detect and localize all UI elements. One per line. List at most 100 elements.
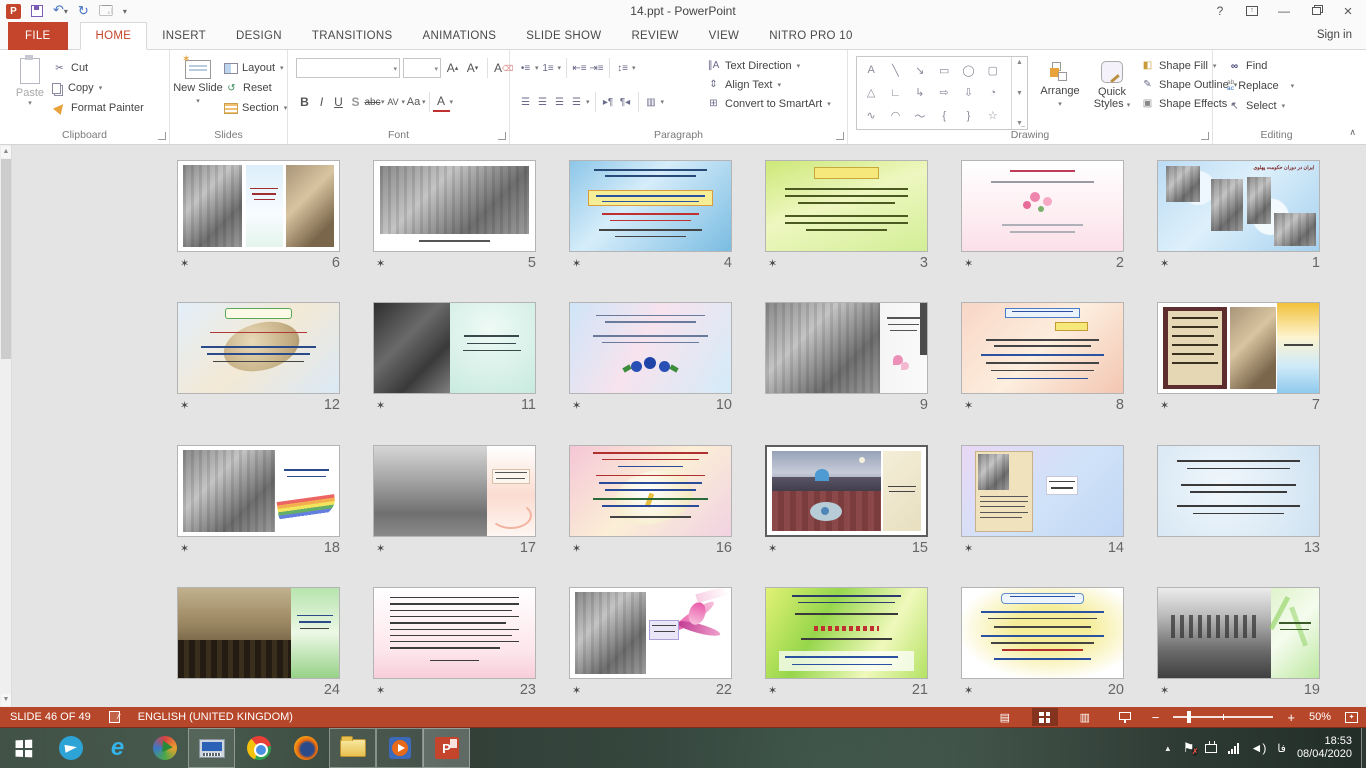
rtl-text-direction-icon[interactable]: ¶◂ <box>618 95 633 110</box>
numbering-icon[interactable]: 1≡ <box>541 61 556 76</box>
oval-shape-icon[interactable]: ◯ <box>956 59 980 82</box>
elbow-arrow-shape-icon[interactable]: ↳ <box>908 82 932 105</box>
scribble-shape-icon[interactable]: ∿ <box>859 104 883 127</box>
slide-thumbnail-17[interactable] <box>373 445 536 537</box>
drawing-dialog-launcher-icon[interactable] <box>1201 132 1209 140</box>
slide-thumbnail-3[interactable] <box>765 160 928 252</box>
increase-indent-icon[interactable]: ⇥≡ <box>589 61 604 76</box>
clipboard-dialog-launcher-icon[interactable] <box>158 132 166 140</box>
slide-show-button[interactable] <box>1112 708 1138 726</box>
file-explorer-taskbar-button[interactable] <box>329 728 376 768</box>
sign-in-link[interactable]: Sign in <box>1317 29 1352 41</box>
justify-icon[interactable]: ☰ <box>569 95 584 110</box>
idm-taskbar-button[interactable] <box>141 728 188 768</box>
scroll-down-icon[interactable]: ▼ <box>1 694 11 706</box>
align-text-button[interactable]: ⇕Align Text▾ <box>706 75 831 94</box>
zoom-out-button[interactable]: − <box>1152 710 1160 725</box>
down-arrow-shape-icon[interactable]: ⇩ <box>956 82 980 105</box>
right-brace-shape-icon[interactable]: } <box>956 104 980 127</box>
slide-thumbnail-11[interactable] <box>373 302 536 394</box>
reset-button[interactable]: ↺Reset <box>224 78 287 98</box>
ribbon-display-options-icon[interactable]: ↑ <box>1238 1 1266 21</box>
select-button[interactable]: ↖Select▾ <box>1227 96 1294 116</box>
bullets-icon[interactable]: •≡ <box>518 61 533 76</box>
line-shape-icon[interactable]: ╲ <box>883 59 907 82</box>
slide-sorter-view-button[interactable] <box>1032 708 1058 726</box>
font-color-button[interactable]: A <box>433 93 450 112</box>
font-name-combo[interactable]: ▾ <box>296 58 400 78</box>
language-indicator[interactable]: ENGLISH (UNITED KINGDOM) <box>138 711 293 723</box>
paragraph-dialog-launcher-icon[interactable] <box>836 132 844 140</box>
slide-thumbnail-2[interactable] <box>961 160 1124 252</box>
slide-thumbnail-4[interactable] <box>569 160 732 252</box>
reading-view-button[interactable]: ▥ <box>1072 708 1098 726</box>
decrease-font-size-button[interactable]: A▾ <box>464 59 481 78</box>
increase-font-size-button[interactable]: A▴ <box>444 59 461 78</box>
slide-thumbnail-16[interactable] <box>569 445 732 537</box>
bold-button[interactable]: B <box>296 93 313 112</box>
tab-review[interactable]: REVIEW <box>616 22 693 50</box>
change-case-button[interactable]: Aa <box>405 93 422 112</box>
copy-button[interactable]: Copy▾ <box>52 78 144 98</box>
star-shape-icon[interactable]: ☆ <box>981 104 1005 127</box>
zoom-slider[interactable] <box>1173 716 1273 718</box>
slide-thumbnail-14[interactable] <box>961 445 1124 537</box>
collapse-ribbon-icon[interactable]: ∧ <box>1349 127 1356 138</box>
minimize-icon[interactable]: — <box>1270 1 1298 21</box>
show-desktop-button[interactable] <box>1361 728 1366 768</box>
italic-button[interactable]: I <box>313 93 330 112</box>
tab-nitro-pro-10[interactable]: NITRO PRO 10 <box>754 22 867 50</box>
slide-thumbnail-5[interactable] <box>373 160 536 252</box>
slide-thumbnail-7[interactable] <box>1157 302 1320 394</box>
right-arrow-shape-icon[interactable]: ⇨ <box>932 82 956 105</box>
line-spacing-icon[interactable]: ↕≡ <box>615 61 630 76</box>
close-icon[interactable]: × <box>1334 1 1362 21</box>
input-language-badge[interactable]: فا <box>1277 742 1286 755</box>
shapes-gallery-scrollbar[interactable]: ▲▼▼̲ <box>1011 57 1027 129</box>
align-left-icon[interactable]: ☰ <box>518 95 533 110</box>
spell-check-icon[interactable] <box>109 711 120 723</box>
triangle-shape-icon[interactable]: △ <box>859 82 883 105</box>
slide-thumbnail-12[interactable] <box>177 302 340 394</box>
vertical-scrollbar[interactable]: ▲ ▼ <box>0 145 12 707</box>
normal-view-button[interactable]: ▤ <box>992 708 1018 726</box>
action-center-icon[interactable]: ⚑ <box>1183 740 1195 756</box>
arrange-button[interactable]: Arrange▾ <box>1034 56 1086 128</box>
slide-thumbnail-21[interactable] <box>765 587 928 679</box>
convert-to-smartart-button[interactable]: ⊞Convert to SmartArt▾ <box>706 94 831 113</box>
tab-transitions[interactable]: TRANSITIONS <box>297 22 408 50</box>
tab-file[interactable]: FILE <box>8 22 68 50</box>
ltr-text-direction-icon[interactable]: ▸¶ <box>601 95 616 110</box>
clock[interactable]: 18:53 08/04/2020 <box>1297 735 1352 761</box>
start-taskbar-button[interactable] <box>0 728 47 768</box>
chrome-taskbar-button[interactable] <box>235 728 282 768</box>
shadow-button[interactable]: S <box>347 93 364 112</box>
arc-shape-icon[interactable]: ◠ <box>883 104 907 127</box>
font-size-combo[interactable]: ▾ <box>403 58 441 78</box>
power-icon[interactable] <box>1205 744 1217 753</box>
columns-icon[interactable]: ▥ <box>644 95 659 110</box>
zoom-in-button[interactable]: + <box>1287 710 1295 725</box>
tab-animations[interactable]: ANIMATIONS <box>408 22 512 50</box>
character-spacing-button[interactable]: AV <box>385 93 402 112</box>
strikethrough-button[interactable]: abc <box>364 93 381 112</box>
replace-button[interactable]: abacReplace▾ <box>1227 76 1294 96</box>
zoom-slider-thumb[interactable] <box>1187 711 1191 723</box>
slide-thumbnail-8[interactable] <box>961 302 1124 394</box>
format-painter-button[interactable]: Format Painter <box>52 98 144 118</box>
tray-expand-icon[interactable]: ▲ <box>1164 744 1172 753</box>
new-slide-button[interactable]: New Slide ▾ <box>172 56 224 128</box>
quick-styles-button[interactable]: Quick Styles ▾ <box>1086 56 1138 128</box>
tab-slide-show[interactable]: SLIDE SHOW <box>511 22 616 50</box>
text-box-shape-icon[interactable]: A <box>859 59 883 82</box>
media-player-taskbar-button[interactable] <box>376 728 423 768</box>
rectangle-shape-icon[interactable]: ▭ <box>932 59 956 82</box>
tab-home[interactable]: HOME <box>80 22 148 50</box>
pie-shape-icon[interactable]: ◔ <box>981 82 1005 105</box>
arrow-shape-icon[interactable]: ↘ <box>908 59 932 82</box>
zoom-level[interactable]: 50% <box>1309 711 1331 723</box>
underline-button[interactable]: U <box>330 93 347 112</box>
slide-thumbnail-9[interactable] <box>765 302 928 394</box>
slide-thumbnail-20[interactable] <box>961 587 1124 679</box>
slide-thumbnail-22[interactable] <box>569 587 732 679</box>
